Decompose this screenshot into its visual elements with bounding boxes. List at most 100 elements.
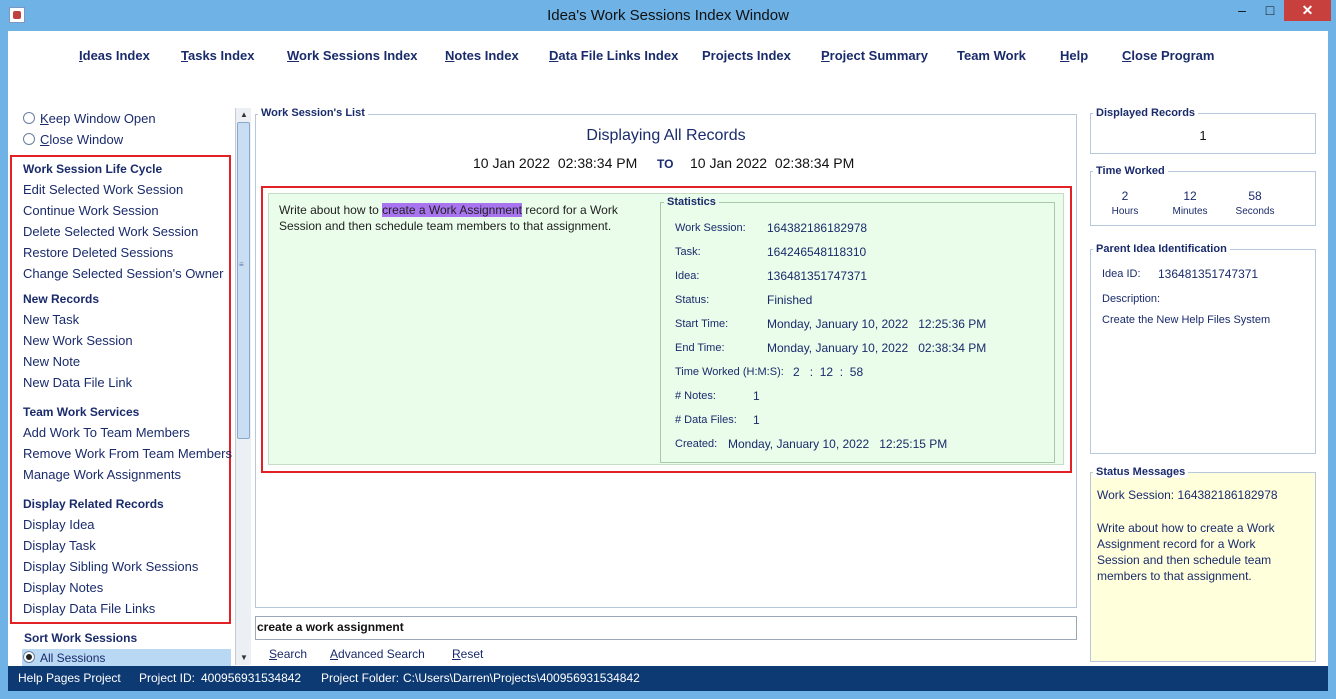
menu-tasks-index[interactable]: Tasks Index (181, 48, 254, 63)
menu-work-sessions-index[interactable]: Work Sessions Index (287, 48, 418, 63)
close-window-radio[interactable]: Close Window (23, 132, 123, 150)
scrollbar-thumb[interactable] (237, 122, 250, 439)
stat-start-value: Monday, January 10, 2022 12:25:36 PM (767, 317, 987, 331)
list-heading: Displaying All Records (586, 127, 746, 144)
work-session-list-title: Work Session's List (258, 107, 368, 119)
display-sibling-work-sessions-link[interactable]: Display Sibling Work Sessions (23, 559, 198, 574)
display-task-link[interactable]: Display Task (23, 538, 96, 553)
stat-end-label: End Time: (675, 342, 725, 354)
stat-data-files-value: 1 (753, 413, 760, 427)
date-range-to: 10 Jan 2022 02:38:34 PM (690, 155, 855, 171)
date-range-from: 10 Jan 2022 02:38:34 PM (473, 155, 638, 171)
new-note-link[interactable]: New Note (23, 354, 80, 369)
status-bar: Help Pages Project Project ID: 400956931… (8, 666, 1328, 691)
menu-projects-index[interactable]: Projects Index (702, 48, 791, 63)
section-sort-work-sessions: Sort Work Sessions (24, 631, 138, 645)
stat-status-label: Status: (675, 294, 710, 306)
idea-description-value: Create the New Help Files System (1102, 314, 1271, 326)
stat-start-label: Start Time: (675, 318, 729, 330)
manage-work-assignments-link[interactable]: Manage Work Assignments (23, 467, 181, 482)
maximize-button[interactable]: □ (1256, 0, 1284, 21)
search-match-highlight: create a Work Assignment (382, 203, 523, 217)
restore-deleted-sessions-link[interactable]: Restore Deleted Sessions (23, 245, 173, 260)
stat-idea-value: 136481351747371 (767, 269, 868, 283)
new-task-link[interactable]: New Task (23, 312, 79, 327)
menu-bar: Ideas Index Tasks Index Work Sessions In… (8, 31, 1328, 81)
record-description: Write about how to create a Work Assignm… (279, 203, 618, 233)
idea-id-value: 136481351747371 (1158, 267, 1259, 281)
time-worked-hours-label: Hours (1111, 206, 1139, 217)
stat-idea-label: Idea: (675, 270, 700, 282)
menu-help[interactable]: Help (1060, 48, 1088, 63)
advanced-search-button[interactable]: Advanced Search (330, 647, 425, 661)
change-session-owner-link[interactable]: Change Selected Session's Owner (23, 266, 223, 281)
stat-created-value: Monday, January 10, 2022 12:25:15 PM (728, 437, 948, 451)
window-client-area: Ideas Index Tasks Index Work Sessions In… (8, 31, 1328, 666)
scroll-down-arrow-icon[interactable]: ▼ (236, 651, 252, 665)
remove-work-from-team-members-link[interactable]: Remove Work From Team Members (23, 446, 232, 461)
scrollbar-grip-icon: ≡ (239, 260, 244, 269)
status-project-name: Help Pages Project (18, 671, 121, 685)
status-message-body: Write about how to create a Work Assignm… (1097, 521, 1275, 583)
stat-notes-value: 1 (753, 389, 760, 403)
continue-work-session-link[interactable]: Continue Work Session (23, 203, 159, 218)
search-button[interactable]: Search (269, 647, 307, 661)
radio-button[interactable] (23, 133, 35, 145)
edit-selected-work-session-link[interactable]: Edit Selected Work Session (23, 182, 183, 197)
time-worked-title: Time Worked (1093, 165, 1168, 177)
date-range-to-label: TO (657, 157, 674, 171)
section-team-work-services: Team Work Services (23, 405, 140, 419)
status-message-session: Work Session: 164382186182978 (1097, 488, 1278, 502)
status-messages-title: Status Messages (1093, 466, 1189, 478)
menu-ideas-index[interactable]: Ideas Index (79, 48, 150, 63)
menu-notes-index[interactable]: Notes Index (445, 48, 519, 63)
title-bar: Idea's Work Sessions Index Window – □ ✕ (0, 0, 1336, 31)
idea-description-label: Description: (1102, 293, 1161, 305)
status-folder-path: C:\Users\Darren\Projects\400956931534842 (403, 671, 640, 685)
menu-team-work[interactable]: Team Work (957, 48, 1026, 63)
close-window-button[interactable]: ✕ (1284, 0, 1331, 21)
new-data-file-link-link[interactable]: New Data File Link (23, 375, 132, 390)
idea-id-label: Idea ID: (1102, 268, 1141, 280)
search-input[interactable]: create a work assignment (255, 616, 1077, 640)
stat-work-session-value: 164382186182978 (767, 221, 868, 235)
stat-task-value: 164246548118310 (767, 245, 867, 259)
minimize-button[interactable]: – (1228, 0, 1256, 21)
stat-status-value: Finished (767, 293, 813, 307)
new-work-session-link[interactable]: New Work Session (23, 333, 133, 348)
displayed-records-value: 1 (1199, 128, 1207, 143)
scroll-up-arrow-icon[interactable]: ▲ (236, 108, 252, 122)
delete-selected-work-session-link[interactable]: Delete Selected Work Session (23, 224, 198, 239)
time-worked-seconds: 58 (1248, 189, 1262, 203)
stat-time-worked-label: Time Worked (H:M:S): (675, 366, 784, 378)
stat-created-label: Created: (675, 438, 718, 450)
time-worked-seconds-label: Seconds (1235, 206, 1275, 217)
radio-button[interactable] (23, 112, 35, 124)
statistics-title: Statistics (664, 196, 719, 208)
status-project-id-label: Project ID: (139, 671, 196, 685)
section-display-related-records: Display Related Records (23, 497, 164, 511)
reset-button[interactable]: Reset (452, 647, 483, 661)
keep-window-open-radio[interactable]: Keep Window Open (23, 111, 156, 129)
stat-time-worked-value: 2 : 12 : 58 (793, 365, 864, 379)
time-worked-minutes-label: Minutes (1172, 206, 1208, 217)
menu-project-summary[interactable]: Project Summary (821, 48, 928, 63)
section-new-records: New Records (23, 292, 100, 306)
stat-task-label: Task: (675, 246, 701, 258)
sidebar-scrollbar[interactable]: ▲ ≡ ▼ (235, 108, 251, 665)
stat-work-session-label: Work Session: (675, 222, 746, 234)
add-work-to-team-members-link[interactable]: Add Work To Team Members (23, 425, 190, 440)
stat-end-value: Monday, January 10, 2022 02:38:34 PM (767, 341, 987, 355)
status-project-id: 400956931534842 (201, 671, 302, 685)
displayed-records-title: Displayed Records (1093, 107, 1199, 119)
display-notes-link[interactable]: Display Notes (23, 580, 103, 595)
section-work-session-life-cycle: Work Session Life Cycle (23, 162, 163, 176)
menu-close-program[interactable]: Close Program (1122, 48, 1214, 63)
status-folder-label: Project Folder: (321, 671, 400, 685)
stat-notes-label: # Notes: (675, 390, 716, 402)
time-worked-minutes: 12 (1183, 189, 1197, 203)
radio-button-selected[interactable] (23, 651, 35, 663)
menu-data-file-links-index[interactable]: Data File Links Index (549, 48, 678, 63)
display-data-file-links-link[interactable]: Display Data File Links (23, 601, 155, 616)
display-idea-link[interactable]: Display Idea (23, 517, 95, 532)
